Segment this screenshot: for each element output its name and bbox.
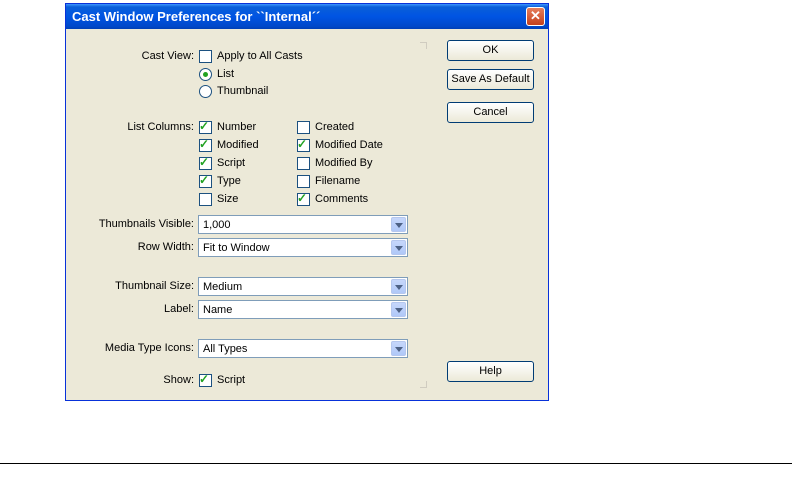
list-columns-label: List Columns: <box>127 121 194 133</box>
radio-circle <box>199 68 212 81</box>
checkmark-icon: ✓ <box>199 137 210 151</box>
column-comments-label: Comments <box>315 193 369 205</box>
apply-all-casts-label: Apply to All Casts <box>217 50 303 62</box>
chevron-down-icon[interactable] <box>391 302 406 317</box>
checkmark-icon: ✓ <box>199 155 210 169</box>
checkbox-box <box>199 50 212 63</box>
checkbox-box: ✓ <box>199 372 212 387</box>
radio-thumbnail-label: Thumbnail <box>217 85 269 97</box>
save-as-default-button[interactable]: Save As Default <box>447 69 534 90</box>
column-script-label: Script <box>217 157 246 169</box>
select-value: 1,000 <box>203 219 231 231</box>
show-script-label: Script <box>217 374 246 386</box>
checkmark-icon: ✓ <box>199 173 210 187</box>
cancel-button[interactable]: Cancel <box>447 102 534 123</box>
label-label: Label: <box>164 303 194 315</box>
cast-view-label: Cast View: <box>141 50 194 62</box>
select-value: Name <box>203 304 233 316</box>
checkmark-icon: ✓ <box>297 137 308 151</box>
checkbox-box: ✓ <box>199 173 212 188</box>
select-value: All Types <box>203 343 248 355</box>
help-button[interactable]: Help <box>447 361 534 382</box>
chevron-down-icon[interactable] <box>391 217 406 232</box>
window-title: Cast Window Preferences for ``Internal´´ <box>72 9 321 24</box>
title-bar[interactable]: Cast Window Preferences for ``Internal´´… <box>66 4 548 29</box>
checkbox-box <box>297 121 310 134</box>
thumbnail-size-select[interactable]: Medium <box>198 277 408 296</box>
cast-window-preferences-dialog: Cast Window Preferences for ``Internal´´… <box>65 3 549 401</box>
column-filename-label: Filename <box>315 175 361 187</box>
checkbox-box: ✓ <box>199 137 212 152</box>
checkbox-box <box>297 157 310 170</box>
thumbnails-visible-label: Thumbnails Visible: <box>98 218 194 230</box>
checkbox-box <box>199 193 212 206</box>
column-modified-date-label: Modified Date <box>315 139 383 151</box>
column-created-label: Created <box>315 121 355 133</box>
group-bracket <box>420 42 427 49</box>
chevron-down-icon[interactable] <box>391 341 406 356</box>
checkbox-box: ✓ <box>199 155 212 170</box>
checkbox-box: ✓ <box>297 191 310 206</box>
radio-circle <box>199 85 212 98</box>
thumbnails-visible-select[interactable]: 1,000 <box>198 215 408 234</box>
ok-button[interactable]: OK <box>447 40 534 61</box>
checkbox-box <box>297 175 310 188</box>
checkbox-box: ✓ <box>199 119 212 134</box>
column-type-label: Type <box>217 175 241 187</box>
checkbox-box: ✓ <box>297 137 310 152</box>
select-value: Fit to Window <box>203 242 270 254</box>
checkmark-icon: ✓ <box>199 119 210 133</box>
group-bracket <box>420 381 427 388</box>
thumbnail-size-label: Thumbnail Size: <box>115 280 194 292</box>
checkmark-icon: ✓ <box>199 372 210 386</box>
chevron-down-icon[interactable] <box>391 240 406 255</box>
chevron-down-icon[interactable] <box>391 279 406 294</box>
column-modified-label: Modified <box>217 139 259 151</box>
column-size-label: Size <box>217 193 239 205</box>
checkmark-icon: ✓ <box>297 191 308 205</box>
bottom-divider <box>0 463 792 464</box>
label-select[interactable]: Name <box>198 300 408 319</box>
media-type-icons-select[interactable]: All Types <box>198 339 408 358</box>
select-value: Medium <box>203 281 243 293</box>
radio-selected-dot <box>203 72 208 77</box>
media-type-icons-label: Media Type Icons: <box>104 342 194 354</box>
row-width-select[interactable]: Fit to Window <box>198 238 408 257</box>
radio-list-label: List <box>217 68 235 80</box>
column-modified-by-label: Modified By <box>315 157 373 169</box>
show-label: Show: <box>163 374 194 386</box>
column-number-label: Number <box>217 121 257 133</box>
close-button[interactable]: ✕ <box>526 7 545 26</box>
row-width-label: Row Width: <box>137 241 194 253</box>
